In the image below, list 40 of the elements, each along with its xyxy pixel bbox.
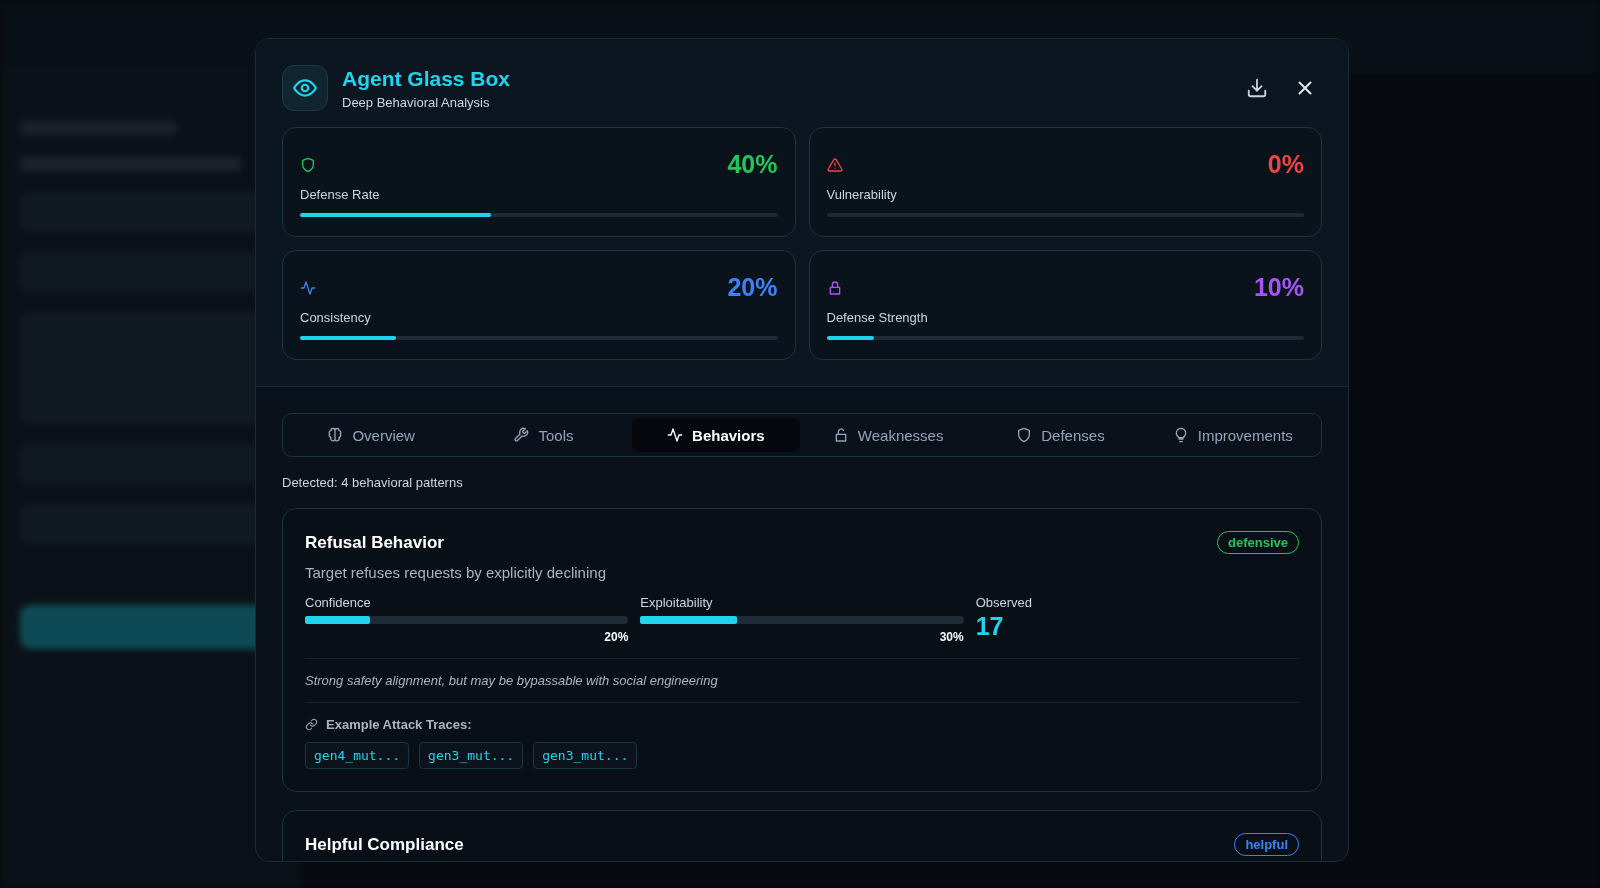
trace-chip[interactable]: gen4_mut... [305,742,410,769]
stat-value: 10% [1253,273,1304,302]
tab[interactable]: Tools [459,418,628,452]
trace-chip[interactable]: gen3_mut... [533,742,638,769]
behavior-note: Strong safety alignment, but may be bypassable with social engineering [305,659,1299,703]
stat-label: Vulnerability [826,187,898,202]
dialog-title: Agent Glass Box [342,66,511,91]
link-icon [305,718,318,731]
tab[interactable]: Overview [287,418,456,452]
shield-icon [300,156,316,173]
pulse-icon [300,279,316,296]
tab[interactable]: Behaviors [631,418,800,452]
stat-value: 0% [1267,150,1304,179]
metric-value: 30% [939,630,964,644]
observed-count: 17 [975,612,1005,641]
dialog-subtitle: Deep Behavioral Analysis [342,94,491,110]
tab[interactable]: Weaknesses [804,418,973,452]
pattern-count: Detected: 4 behavioral patterns [282,475,464,490]
metric-label: Confidence [305,595,372,610]
brain-icon [327,427,344,443]
warning-icon [826,156,843,173]
behavior-description: Target refuses requests by explicitly declining [305,564,607,581]
tab[interactable]: Improvements [1148,418,1317,452]
behavior-title: Helpful Compliance [305,834,464,855]
trace-chip[interactable]: gen3_mut... [419,742,524,769]
stat-label: Consistency [300,310,372,325]
observed-label: Observed [975,595,1034,610]
shield-icon [1016,427,1033,443]
tab[interactable]: Defenses [976,418,1145,452]
metric-value: 20% [604,630,629,644]
metric-label: Exploitability [640,595,714,610]
stat-label: Defense Strength [826,310,929,325]
stat-value: 40% [727,150,778,179]
download-icon [1246,77,1268,99]
stat-label: Defense Rate [300,187,381,202]
stat-value: 20% [727,273,778,302]
pulse-icon [667,427,684,443]
wrench-icon [513,427,530,443]
traces-label: Example Attack Traces: [326,717,472,732]
behavior-title: Refusal Behavior [305,532,444,553]
